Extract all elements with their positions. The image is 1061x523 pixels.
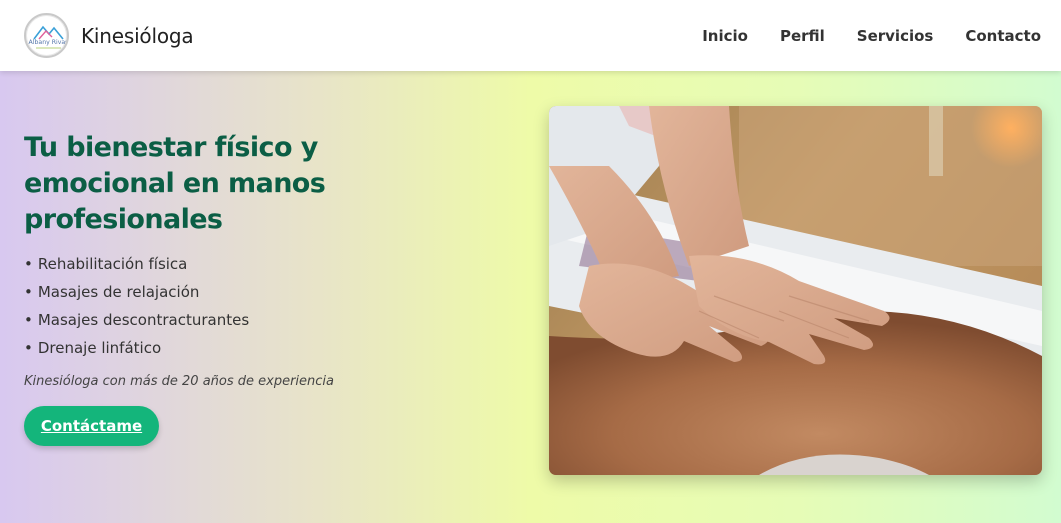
site-header: Albany Rivas Kinesióloga Inicio Perfil S… (0, 0, 1061, 71)
bullet: • (24, 283, 33, 301)
brand-name[interactable]: Kinesióloga (81, 24, 194, 48)
experience-tagline: Kinesióloga con más de 20 años de experi… (24, 374, 335, 389)
hero-content: Tu bienestar físico y emocional en manos… (24, 130, 444, 446)
main-nav: Inicio Perfil Servicios Contacto (670, 0, 1041, 71)
massage-photo (549, 106, 1042, 475)
bullet: • (24, 339, 33, 357)
massage-photo-illustration (549, 106, 1042, 475)
nav-link-servicios[interactable]: Servicios (857, 27, 934, 45)
hero-title: Tu bienestar físico y emocional en manos… (24, 132, 326, 235)
bullet: • (24, 255, 33, 273)
list-item: • Masajes de relajación (24, 278, 444, 306)
list-item: • Masajes descontracturantes (24, 306, 444, 334)
brand[interactable]: Albany Rivas Kinesióloga (24, 13, 194, 58)
logo[interactable]: Albany Rivas (24, 13, 69, 58)
nav-link-perfil[interactable]: Perfil (780, 27, 825, 45)
service-text: Masajes de relajación (37, 283, 200, 301)
services-list: • Rehabilitación física • Masajes de relaj… (24, 250, 444, 362)
service-text: Masajes descontracturantes (37, 311, 250, 329)
bullet: • (24, 311, 33, 329)
logo-text: Albany Rivas (29, 39, 69, 46)
logo-mark-icon: Albany Rivas (29, 25, 69, 49)
nav-link-inicio[interactable]: Inicio (702, 27, 748, 45)
list-item: • Drenaje linfático (24, 334, 444, 362)
contact-button[interactable]: Contáctame (24, 406, 159, 446)
list-item: • Rehabilitación física (24, 250, 444, 278)
nav-link-contacto[interactable]: Contacto (965, 27, 1041, 45)
service-text: Drenaje linfático (37, 339, 162, 357)
service-text: Rehabilitación física (37, 255, 188, 273)
